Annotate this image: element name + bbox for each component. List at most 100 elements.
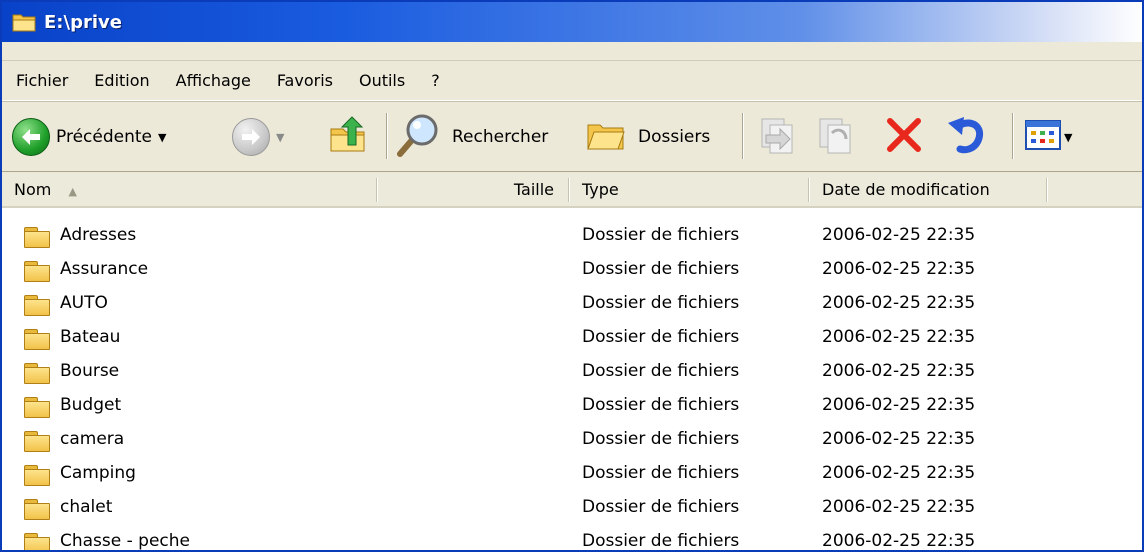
item-type: Dossier de fichiers [582, 259, 740, 279]
item-size [378, 320, 554, 354]
item-name: chalet [60, 497, 113, 517]
item-modified: 2006-02-25 22:35 [822, 463, 976, 483]
delete-icon [884, 115, 924, 159]
list-item[interactable]: Bateau Dossier de fichiers 2006-02-25 22… [2, 320, 1142, 354]
forward-arrow-icon [232, 118, 270, 156]
list-item[interactable]: Assurance Dossier de fichiers 2006-02-25… [2, 252, 1142, 286]
list-item[interactable]: Chasse - peche Dossier de fichiers 2006-… [2, 524, 1142, 551]
window-title: E:\prive [44, 11, 122, 33]
folder-icon [24, 533, 50, 550]
undo-button[interactable] [944, 109, 988, 165]
folders-icon [586, 117, 626, 157]
menu-bar: Fichier Edition Affichage Favoris Outils… [2, 60, 1142, 102]
column-header-type[interactable]: Type [570, 174, 808, 206]
column-header-modified-label: Date de modification [822, 180, 990, 199]
list-item[interactable]: AUTO Dossier de fichiers 2006-02-25 22:3… [2, 286, 1142, 320]
list-item[interactable]: Camping Dossier de fichiers 2006-02-25 2… [2, 456, 1142, 490]
item-modified: 2006-02-25 22:35 [822, 497, 976, 517]
item-type: Dossier de fichiers [582, 497, 740, 517]
item-modified: 2006-02-25 22:35 [822, 225, 976, 245]
folder-icon [24, 431, 50, 452]
item-type: Dossier de fichiers [582, 395, 740, 415]
item-modified: 2006-02-25 22:35 [822, 429, 976, 449]
menu-edition[interactable]: Edition [94, 71, 149, 90]
views-dropdown-icon[interactable]: ▼ [1064, 131, 1072, 144]
item-type: Dossier de fichiers [582, 361, 740, 381]
folders-label: Dossiers [638, 127, 711, 147]
item-size [378, 252, 554, 286]
menu-outils[interactable]: Outils [359, 71, 405, 90]
folders-button[interactable]: Dossiers [586, 109, 710, 165]
toolbar-separator [1012, 113, 1014, 159]
copy-to-icon [812, 113, 856, 161]
column-header-type-label: Type [582, 180, 619, 199]
column-header-modified[interactable]: Date de modification [810, 174, 1046, 206]
item-type: Dossier de fichiers [582, 531, 740, 551]
menu-affichage[interactable]: Affichage [176, 71, 251, 90]
item-name: Bateau [60, 327, 121, 347]
magnifier-icon [396, 112, 442, 162]
back-label: Précédente [56, 127, 152, 147]
folder-icon [24, 227, 50, 248]
menu-fichier[interactable]: Fichier [16, 71, 68, 90]
item-modified: 2006-02-25 22:35 [822, 293, 976, 313]
folder-icon [12, 11, 38, 33]
list-item[interactable]: Bourse Dossier de fichiers 2006-02-25 22… [2, 354, 1142, 388]
file-list: Adresses Dossier de fichiers 2006-02-25 … [2, 208, 1142, 551]
delete-button[interactable] [884, 109, 924, 165]
column-header-size-label: Taille [513, 180, 554, 199]
folder-icon [24, 261, 50, 282]
item-modified: 2006-02-25 22:35 [822, 327, 976, 347]
search-button[interactable]: Rechercher [396, 109, 548, 165]
item-size [378, 456, 554, 490]
menu-help[interactable]: ? [431, 71, 440, 90]
column-divider[interactable] [1046, 178, 1048, 202]
list-item[interactable]: Budget Dossier de fichiers 2006-02-25 22… [2, 388, 1142, 422]
column-header-size[interactable]: Taille [378, 174, 564, 206]
column-header-bar: Nom ▲ Taille Type Date de modification [2, 174, 1142, 208]
list-item[interactable]: camera Dossier de fichiers 2006-02-25 22… [2, 422, 1142, 456]
item-name: Chasse - peche [60, 531, 191, 551]
views-icon [1024, 118, 1062, 156]
column-header-name[interactable]: Nom ▲ [2, 174, 376, 206]
folder-icon [24, 465, 50, 486]
list-item[interactable]: Adresses Dossier de fichiers 2006-02-25 … [2, 218, 1142, 252]
folder-icon [24, 329, 50, 350]
explorer-window: E:\prive Fichier Edition Affichage Favor… [0, 0, 1144, 552]
up-button[interactable] [328, 109, 368, 165]
move-to-icon [756, 113, 800, 161]
item-name: Adresses [60, 225, 137, 245]
title-bar[interactable]: E:\prive [2, 2, 1142, 42]
item-type: Dossier de fichiers [582, 429, 740, 449]
back-button[interactable]: Précédente ▼ [12, 109, 166, 165]
item-size [378, 218, 554, 252]
item-name: AUTO [60, 293, 108, 313]
folder-icon [24, 295, 50, 316]
item-modified: 2006-02-25 22:35 [822, 361, 976, 381]
item-name: Bourse [60, 361, 120, 381]
item-size [378, 490, 554, 524]
item-type: Dossier de fichiers [582, 293, 740, 313]
menu-favoris[interactable]: Favoris [277, 71, 333, 90]
move-to-button[interactable] [756, 109, 800, 165]
item-modified: 2006-02-25 22:35 [822, 531, 976, 551]
folder-icon [24, 363, 50, 384]
toolbar-separator [742, 113, 744, 159]
item-modified: 2006-02-25 22:35 [822, 395, 976, 415]
folder-icon [24, 499, 50, 520]
item-name: Budget [60, 395, 122, 415]
column-header-name-label: Nom [14, 180, 52, 199]
back-dropdown-icon[interactable]: ▼ [158, 131, 166, 144]
forward-dropdown-icon[interactable]: ▼ [276, 131, 284, 144]
copy-to-button[interactable] [812, 109, 856, 165]
item-size [378, 422, 554, 456]
folder-icon [24, 397, 50, 418]
list-item[interactable]: chalet Dossier de fichiers 2006-02-25 22… [2, 490, 1142, 524]
forward-button[interactable]: ▼ [232, 109, 284, 165]
item-type: Dossier de fichiers [582, 327, 740, 347]
views-button[interactable]: ▼ [1024, 109, 1072, 165]
item-name: camera [60, 429, 125, 449]
item-type: Dossier de fichiers [582, 225, 740, 245]
toolbar-separator [386, 113, 388, 159]
sort-ascending-icon: ▲ [68, 185, 77, 198]
